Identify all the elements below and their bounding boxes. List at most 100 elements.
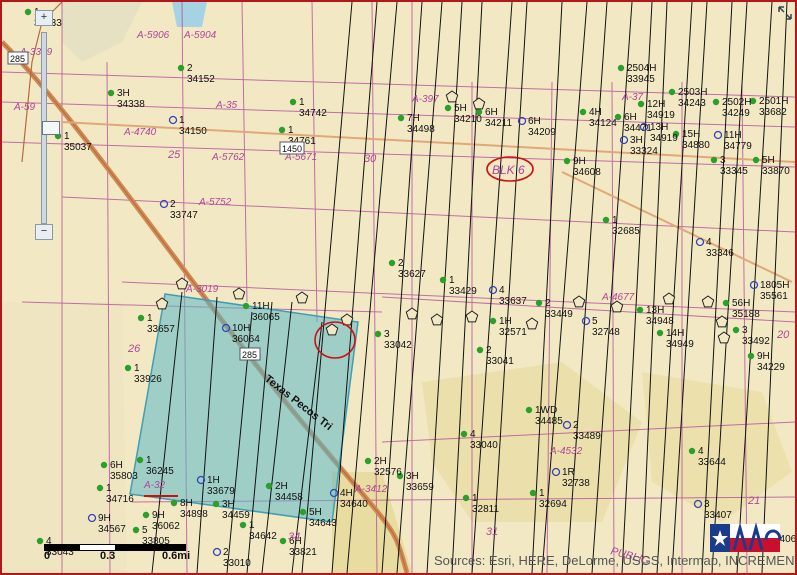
well-marker[interactable] [488, 285, 498, 295]
well-marker[interactable] [242, 302, 250, 310]
well-marker[interactable] [563, 157, 571, 165]
well-marker[interactable] [710, 156, 718, 164]
well-marker[interactable] [749, 280, 759, 290]
well-marker[interactable] [476, 346, 484, 354]
well-api-id: 32685 [612, 226, 640, 237]
well-marker[interactable] [177, 64, 185, 72]
well-marker[interactable] [444, 104, 452, 112]
well-marker[interactable] [636, 306, 644, 314]
map-frame[interactable]: 1349332341523H34338134150135037134742134… [0, 0, 797, 575]
well-marker[interactable] [137, 314, 145, 322]
well-marker[interactable] [265, 482, 273, 490]
well-marker[interactable] [107, 89, 115, 97]
well-api-id: 33644 [698, 457, 726, 468]
abstract-label: A-37 [621, 92, 644, 103]
well-marker[interactable] [299, 508, 307, 516]
well-marker[interactable] [96, 484, 104, 492]
well-marker[interactable] [656, 329, 664, 337]
well-marker[interactable] [732, 326, 740, 334]
well-marker[interactable] [535, 299, 543, 307]
well-api-id: 33346 [706, 248, 734, 259]
well-marker[interactable] [581, 316, 591, 326]
well-marker[interactable] [752, 156, 760, 164]
abstract-label: A-4532 [549, 446, 583, 457]
well-number: 1 [449, 275, 455, 286]
map-canvas[interactable]: 1349332341523H34338134150135037134742134… [2, 2, 795, 573]
well-marker[interactable] [124, 364, 132, 372]
well-marker[interactable] [462, 494, 470, 502]
well-number: 1 [288, 125, 294, 136]
well-marker[interactable] [695, 237, 705, 247]
well-marker[interactable] [374, 330, 382, 338]
well-number: 3 [704, 499, 710, 510]
well-pad-icon[interactable] [701, 295, 715, 308]
maximize-icon[interactable] [778, 6, 792, 20]
well-api-id: 34716 [106, 494, 134, 505]
well-number: 2504H [627, 63, 656, 74]
map-attribution: Sources: Esri, HERE, DeLorme, USGS, Inte… [434, 553, 797, 568]
well-marker[interactable] [289, 98, 297, 106]
well-pad-icon[interactable] [465, 310, 479, 323]
well-number: 1R [562, 467, 575, 478]
well-marker[interactable] [397, 114, 405, 122]
well-pad-icon[interactable] [525, 317, 539, 330]
well-api-id: 34338 [117, 99, 145, 110]
well-marker[interactable] [668, 88, 676, 96]
zoom-slider-handle[interactable] [42, 121, 60, 135]
well-marker[interactable] [136, 456, 144, 464]
well-pad-icon[interactable] [405, 307, 419, 320]
well-api-id: 32571 [499, 327, 527, 338]
well-api-id: 34949 [666, 339, 694, 350]
well-marker[interactable] [36, 537, 44, 545]
well-marker[interactable] [579, 108, 587, 116]
well-number: 9H [98, 513, 111, 524]
well-api-id: 34498 [407, 124, 435, 135]
scale-bar: 0 0.3 0.6mi [44, 540, 214, 570]
well-marker[interactable] [713, 130, 723, 140]
well-number: 13H [650, 122, 668, 133]
well-marker[interactable] [460, 430, 468, 438]
well-api-id: 34124 [589, 118, 617, 129]
well-marker[interactable] [132, 526, 140, 534]
well-marker[interactable] [439, 276, 447, 284]
well-marker[interactable] [170, 499, 178, 507]
well-marker[interactable] [278, 126, 286, 134]
well-marker[interactable] [388, 259, 396, 267]
well-marker[interactable] [722, 299, 730, 307]
well-marker[interactable] [617, 64, 625, 72]
well-pad-icon[interactable] [472, 97, 486, 110]
well-marker[interactable] [279, 537, 287, 545]
well-marker[interactable] [489, 317, 497, 325]
well-marker[interactable] [168, 115, 178, 125]
well-pad-icon[interactable] [717, 331, 731, 344]
well-api-id: 34608 [573, 167, 601, 178]
zoom-control[interactable]: + − [35, 10, 60, 240]
well-marker[interactable] [525, 406, 533, 414]
well-marker[interactable] [688, 447, 696, 455]
well-api-id: 34152 [187, 74, 215, 85]
well-marker[interactable] [142, 511, 150, 519]
well-marker[interactable] [747, 352, 755, 360]
well-marker[interactable] [712, 98, 720, 106]
well-marker[interactable] [529, 489, 537, 497]
well-pad-icon[interactable] [295, 291, 309, 304]
zoom-slider-track[interactable] [41, 32, 60, 224]
well-pad-icon[interactable] [232, 287, 246, 300]
well-pad-icon[interactable] [572, 295, 586, 308]
zoom-out-button[interactable]: − [35, 224, 53, 240]
zoom-in-button[interactable]: + [35, 10, 53, 26]
well-marker[interactable] [239, 521, 247, 529]
well-pad-icon[interactable] [430, 313, 444, 326]
well-pad-icon[interactable] [662, 292, 676, 305]
well-marker[interactable] [212, 500, 220, 508]
section-number: 30 [364, 153, 377, 165]
well-marker[interactable] [364, 457, 372, 465]
well-marker[interactable] [212, 547, 222, 557]
abstract-label: A-3412 [354, 484, 388, 495]
route-shield-3: 285 [239, 347, 261, 361]
well-marker[interactable] [602, 216, 610, 224]
well-marker[interactable] [619, 135, 629, 145]
well-number: 1 [612, 215, 618, 226]
well-marker[interactable] [24, 8, 32, 16]
well-marker[interactable] [100, 461, 108, 469]
